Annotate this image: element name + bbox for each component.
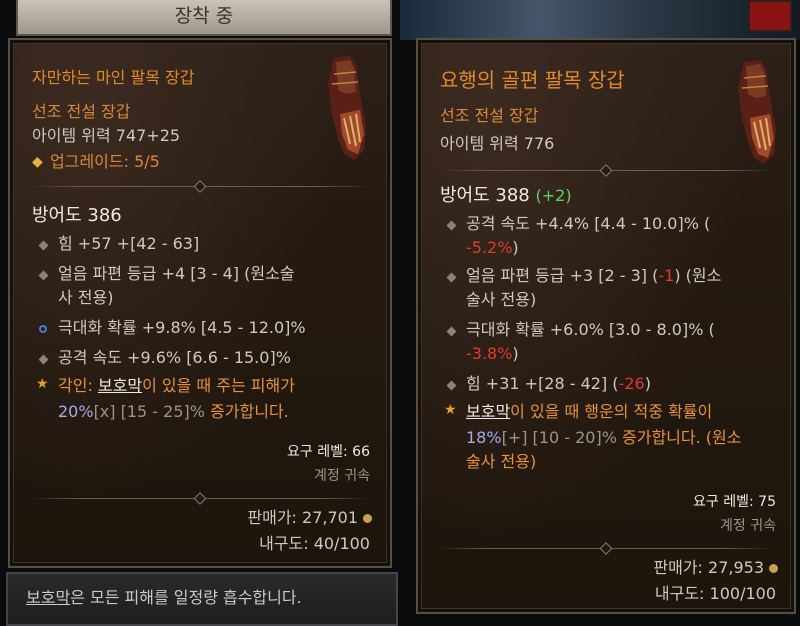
stat-ice-shards: 얼음 파편 등급 +4 [3 - 4] (원소술 — [58, 264, 295, 283]
stat-attack-speed: 공격 속도 +9.6% [6.6 - 15.0]% — [58, 348, 291, 367]
gold-coin-icon — [363, 514, 372, 523]
sell-price: 판매가: 27,701 — [247, 508, 358, 527]
item-name: 자만하는 마인 팔목 장갑 — [32, 68, 195, 87]
armor-value: 방어도 386 — [32, 205, 122, 226]
stat-strength: 힘 +57 +[42 - 63] — [58, 234, 200, 253]
stat-bullet-icon — [446, 272, 457, 283]
item-type: 선조 전설 장갑 — [32, 102, 131, 121]
account-bound: 계정 귀속 — [720, 518, 776, 534]
aspect-line-3: 술사 전용) — [466, 452, 537, 471]
stat-bullet-icon — [446, 220, 457, 231]
account-bound: 계정 귀속 — [314, 468, 370, 484]
keyword-term: 보호막 — [26, 588, 71, 607]
item-name: 요행의 골편 팔목 장갑 — [440, 68, 625, 92]
item-power: 아이템 위력 776 — [440, 134, 555, 153]
keyword-tooltip: 보호막은 모든 피해를 일정량 흡수합니다. — [6, 572, 398, 626]
item-power: 아이템 위력 747+25 — [32, 126, 181, 145]
stat-bullet-icon — [446, 380, 457, 391]
stat-bullet-icon — [446, 326, 457, 337]
stat-bullet-icon — [38, 354, 49, 365]
required-level: 요구 레벨: 66 — [287, 444, 370, 460]
background-scene — [400, 0, 800, 40]
equipped-item-tooltip: 자만하는 마인 팔목 장갑 선조 전설 장갑 아이템 위력 747+25 ◆ 업… — [8, 38, 392, 568]
stat-crit-chance-cont: -3.8%) — [466, 344, 519, 363]
upgrade-count: 업그레이드: 5/5 — [50, 152, 160, 171]
armor-value: 방어도 388 (+2) — [440, 185, 572, 206]
divider — [30, 498, 370, 499]
divider — [30, 186, 370, 187]
sell-price: 판매가: 27,953 — [653, 558, 764, 577]
durability: 내구도: 100/100 — [654, 584, 776, 603]
stat-bullet-icon — [38, 270, 49, 281]
compared-item-tooltip: 요행의 골편 팔목 장갑 선조 전설 장갑 아이템 위력 776 방어도 388… — [416, 38, 796, 614]
aspect-keyword: 보호막 — [97, 376, 143, 395]
durability: 내구도: 40/100 — [259, 534, 370, 553]
red-frame-corner — [748, 0, 792, 32]
gauntlet-icon — [738, 60, 776, 164]
aspect-star-icon: ★ — [444, 402, 457, 418]
stat-bullet-icon — [38, 240, 49, 251]
stat-ice-shards: 얼음 파편 등급 +3 [2 - 3] (-1) (원소 — [466, 266, 722, 285]
stat-bullet-blue-icon — [39, 325, 47, 333]
equipped-tab: 장착 중 — [16, 0, 392, 36]
stat-ice-shards-cont: 사 전용) — [58, 288, 114, 307]
upgrade-icon: ◆ — [32, 154, 43, 170]
aspect-star-icon: ★ — [36, 376, 49, 392]
aspect-line-1: 각인: 보호막이 있을 때 주는 피해가 — [58, 376, 295, 395]
aspect-line-2: 18%[+] [10 - 20]% 증가합니다. (원소 — [466, 428, 742, 447]
stat-attack-speed-cont: -5.2%) — [466, 238, 519, 257]
gauntlet-icon — [328, 56, 366, 160]
stat-ice-shards-cont: 술사 전용) — [466, 290, 537, 309]
aspect-line-1: 보호막이 있을 때 행운의 적중 확률이 — [466, 402, 713, 421]
divider — [438, 170, 774, 171]
keyword-description: 보호막은 모든 피해를 일정량 흡수합니다. — [26, 588, 302, 607]
divider — [438, 548, 774, 549]
stat-crit-chance: 극대화 확률 +6.0% [3.0 - 8.0]% ( — [466, 320, 715, 339]
stat-crit-chance: 극대화 확률 +9.8% [4.5 - 12.0]% — [58, 318, 306, 337]
aspect-keyword: 보호막 — [466, 402, 511, 421]
item-type: 선조 전설 장갑 — [440, 106, 539, 125]
required-level: 요구 레벨: 75 — [693, 494, 776, 510]
stat-strength: 힘 +31 +[28 - 42] (-26) — [466, 374, 651, 393]
stat-attack-speed: 공격 속도 +4.4% [4.4 - 10.0]% ( — [466, 214, 711, 233]
armor-diff: (+2) — [535, 186, 572, 205]
gold-coin-icon — [769, 564, 778, 573]
aspect-line-2: 20%[x] [15 - 25]% 증가합니다. — [58, 402, 289, 421]
